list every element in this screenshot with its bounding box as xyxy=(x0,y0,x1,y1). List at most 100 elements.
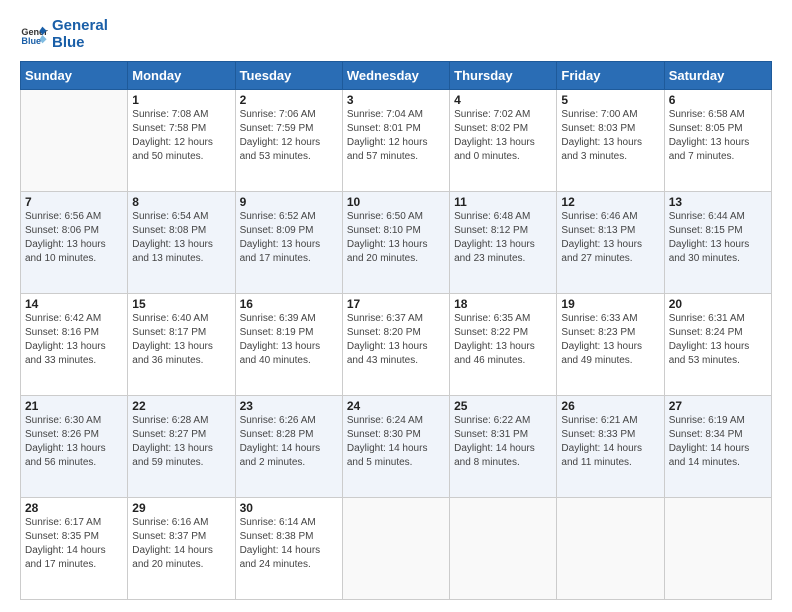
day-number: 23 xyxy=(240,399,338,413)
calendar-cell xyxy=(450,498,557,600)
day-info: Sunrise: 6:44 AM Sunset: 8:15 PM Dayligh… xyxy=(669,210,767,266)
day-number: 1 xyxy=(132,93,230,107)
day-info: Sunrise: 6:24 AM Sunset: 8:30 PM Dayligh… xyxy=(347,414,445,470)
calendar-cell: 17Sunrise: 6:37 AM Sunset: 8:20 PM Dayli… xyxy=(342,294,449,396)
calendar-cell xyxy=(664,498,771,600)
calendar-cell xyxy=(21,90,128,192)
calendar-cell: 18Sunrise: 6:35 AM Sunset: 8:22 PM Dayli… xyxy=(450,294,557,396)
calendar-cell: 10Sunrise: 6:50 AM Sunset: 8:10 PM Dayli… xyxy=(342,192,449,294)
day-number: 25 xyxy=(454,399,552,413)
calendar-cell: 24Sunrise: 6:24 AM Sunset: 8:30 PM Dayli… xyxy=(342,396,449,498)
page-header: General Blue General Blue xyxy=(20,18,772,51)
day-number: 27 xyxy=(669,399,767,413)
day-number: 10 xyxy=(347,195,445,209)
day-info: Sunrise: 6:40 AM Sunset: 8:17 PM Dayligh… xyxy=(132,312,230,368)
day-number: 15 xyxy=(132,297,230,311)
day-number: 11 xyxy=(454,195,552,209)
calendar-cell: 1Sunrise: 7:08 AM Sunset: 7:58 PM Daylig… xyxy=(128,90,235,192)
calendar-cell: 13Sunrise: 6:44 AM Sunset: 8:15 PM Dayli… xyxy=(664,192,771,294)
day-number: 19 xyxy=(561,297,659,311)
day-number: 18 xyxy=(454,297,552,311)
day-info: Sunrise: 6:22 AM Sunset: 8:31 PM Dayligh… xyxy=(454,414,552,470)
day-info: Sunrise: 6:14 AM Sunset: 8:38 PM Dayligh… xyxy=(240,516,338,572)
day-number: 21 xyxy=(25,399,123,413)
day-number: 22 xyxy=(132,399,230,413)
calendar-cell: 14Sunrise: 6:42 AM Sunset: 8:16 PM Dayli… xyxy=(21,294,128,396)
weekday-header-wednesday: Wednesday xyxy=(342,62,449,90)
calendar-cell: 7Sunrise: 6:56 AM Sunset: 8:06 PM Daylig… xyxy=(21,192,128,294)
day-info: Sunrise: 7:06 AM Sunset: 7:59 PM Dayligh… xyxy=(240,108,338,164)
calendar-cell: 11Sunrise: 6:48 AM Sunset: 8:12 PM Dayli… xyxy=(450,192,557,294)
day-info: Sunrise: 7:00 AM Sunset: 8:03 PM Dayligh… xyxy=(561,108,659,164)
calendar-cell: 16Sunrise: 6:39 AM Sunset: 8:19 PM Dayli… xyxy=(235,294,342,396)
day-info: Sunrise: 6:17 AM Sunset: 8:35 PM Dayligh… xyxy=(25,516,123,572)
calendar-cell: 20Sunrise: 6:31 AM Sunset: 8:24 PM Dayli… xyxy=(664,294,771,396)
day-number: 16 xyxy=(240,297,338,311)
calendar-cell: 19Sunrise: 6:33 AM Sunset: 8:23 PM Dayli… xyxy=(557,294,664,396)
day-info: Sunrise: 6:52 AM Sunset: 8:09 PM Dayligh… xyxy=(240,210,338,266)
day-info: Sunrise: 6:46 AM Sunset: 8:13 PM Dayligh… xyxy=(561,210,659,266)
day-number: 9 xyxy=(240,195,338,209)
day-info: Sunrise: 6:30 AM Sunset: 8:26 PM Dayligh… xyxy=(25,414,123,470)
day-number: 8 xyxy=(132,195,230,209)
day-info: Sunrise: 6:21 AM Sunset: 8:33 PM Dayligh… xyxy=(561,414,659,470)
weekday-header-saturday: Saturday xyxy=(664,62,771,90)
calendar-week-row: 14Sunrise: 6:42 AM Sunset: 8:16 PM Dayli… xyxy=(21,294,772,396)
day-number: 7 xyxy=(25,195,123,209)
calendar-cell: 30Sunrise: 6:14 AM Sunset: 8:38 PM Dayli… xyxy=(235,498,342,600)
day-number: 24 xyxy=(347,399,445,413)
day-info: Sunrise: 6:31 AM Sunset: 8:24 PM Dayligh… xyxy=(669,312,767,368)
day-number: 30 xyxy=(240,501,338,515)
weekday-header-sunday: Sunday xyxy=(21,62,128,90)
day-number: 5 xyxy=(561,93,659,107)
weekday-header-tuesday: Tuesday xyxy=(235,62,342,90)
calendar-cell: 2Sunrise: 7:06 AM Sunset: 7:59 PM Daylig… xyxy=(235,90,342,192)
calendar-week-row: 1Sunrise: 7:08 AM Sunset: 7:58 PM Daylig… xyxy=(21,90,772,192)
calendar-cell: 6Sunrise: 6:58 AM Sunset: 8:05 PM Daylig… xyxy=(664,90,771,192)
weekday-header-thursday: Thursday xyxy=(450,62,557,90)
calendar-cell: 15Sunrise: 6:40 AM Sunset: 8:17 PM Dayli… xyxy=(128,294,235,396)
logo: General Blue General Blue xyxy=(20,18,108,51)
calendar-cell: 27Sunrise: 6:19 AM Sunset: 8:34 PM Dayli… xyxy=(664,396,771,498)
calendar-header-row: SundayMondayTuesdayWednesdayThursdayFrid… xyxy=(21,62,772,90)
day-info: Sunrise: 6:33 AM Sunset: 8:23 PM Dayligh… xyxy=(561,312,659,368)
calendar-week-row: 7Sunrise: 6:56 AM Sunset: 8:06 PM Daylig… xyxy=(21,192,772,294)
svg-text:Blue: Blue xyxy=(21,36,41,46)
day-info: Sunrise: 6:16 AM Sunset: 8:37 PM Dayligh… xyxy=(132,516,230,572)
calendar-cell: 4Sunrise: 7:02 AM Sunset: 8:02 PM Daylig… xyxy=(450,90,557,192)
weekday-header-friday: Friday xyxy=(557,62,664,90)
calendar-cell xyxy=(557,498,664,600)
calendar-cell: 22Sunrise: 6:28 AM Sunset: 8:27 PM Dayli… xyxy=(128,396,235,498)
logo-icon: General Blue xyxy=(20,21,48,49)
calendar-cell: 28Sunrise: 6:17 AM Sunset: 8:35 PM Dayli… xyxy=(21,498,128,600)
day-number: 26 xyxy=(561,399,659,413)
calendar-cell: 23Sunrise: 6:26 AM Sunset: 8:28 PM Dayli… xyxy=(235,396,342,498)
day-info: Sunrise: 6:39 AM Sunset: 8:19 PM Dayligh… xyxy=(240,312,338,368)
day-number: 28 xyxy=(25,501,123,515)
logo-text-line2: Blue xyxy=(52,35,108,52)
day-number: 2 xyxy=(240,93,338,107)
weekday-header-monday: Monday xyxy=(128,62,235,90)
day-info: Sunrise: 7:08 AM Sunset: 7:58 PM Dayligh… xyxy=(132,108,230,164)
calendar-cell: 5Sunrise: 7:00 AM Sunset: 8:03 PM Daylig… xyxy=(557,90,664,192)
calendar-cell: 29Sunrise: 6:16 AM Sunset: 8:37 PM Dayli… xyxy=(128,498,235,600)
day-info: Sunrise: 6:26 AM Sunset: 8:28 PM Dayligh… xyxy=(240,414,338,470)
calendar-week-row: 28Sunrise: 6:17 AM Sunset: 8:35 PM Dayli… xyxy=(21,498,772,600)
day-number: 20 xyxy=(669,297,767,311)
day-info: Sunrise: 6:28 AM Sunset: 8:27 PM Dayligh… xyxy=(132,414,230,470)
calendar-cell: 3Sunrise: 7:04 AM Sunset: 8:01 PM Daylig… xyxy=(342,90,449,192)
day-info: Sunrise: 6:54 AM Sunset: 8:08 PM Dayligh… xyxy=(132,210,230,266)
day-info: Sunrise: 7:02 AM Sunset: 8:02 PM Dayligh… xyxy=(454,108,552,164)
day-info: Sunrise: 6:50 AM Sunset: 8:10 PM Dayligh… xyxy=(347,210,445,266)
day-number: 12 xyxy=(561,195,659,209)
day-number: 14 xyxy=(25,297,123,311)
day-info: Sunrise: 6:48 AM Sunset: 8:12 PM Dayligh… xyxy=(454,210,552,266)
day-number: 3 xyxy=(347,93,445,107)
day-number: 17 xyxy=(347,297,445,311)
day-info: Sunrise: 6:19 AM Sunset: 8:34 PM Dayligh… xyxy=(669,414,767,470)
day-number: 4 xyxy=(454,93,552,107)
day-info: Sunrise: 6:42 AM Sunset: 8:16 PM Dayligh… xyxy=(25,312,123,368)
day-info: Sunrise: 6:35 AM Sunset: 8:22 PM Dayligh… xyxy=(454,312,552,368)
day-info: Sunrise: 6:56 AM Sunset: 8:06 PM Dayligh… xyxy=(25,210,123,266)
calendar-cell: 12Sunrise: 6:46 AM Sunset: 8:13 PM Dayli… xyxy=(557,192,664,294)
